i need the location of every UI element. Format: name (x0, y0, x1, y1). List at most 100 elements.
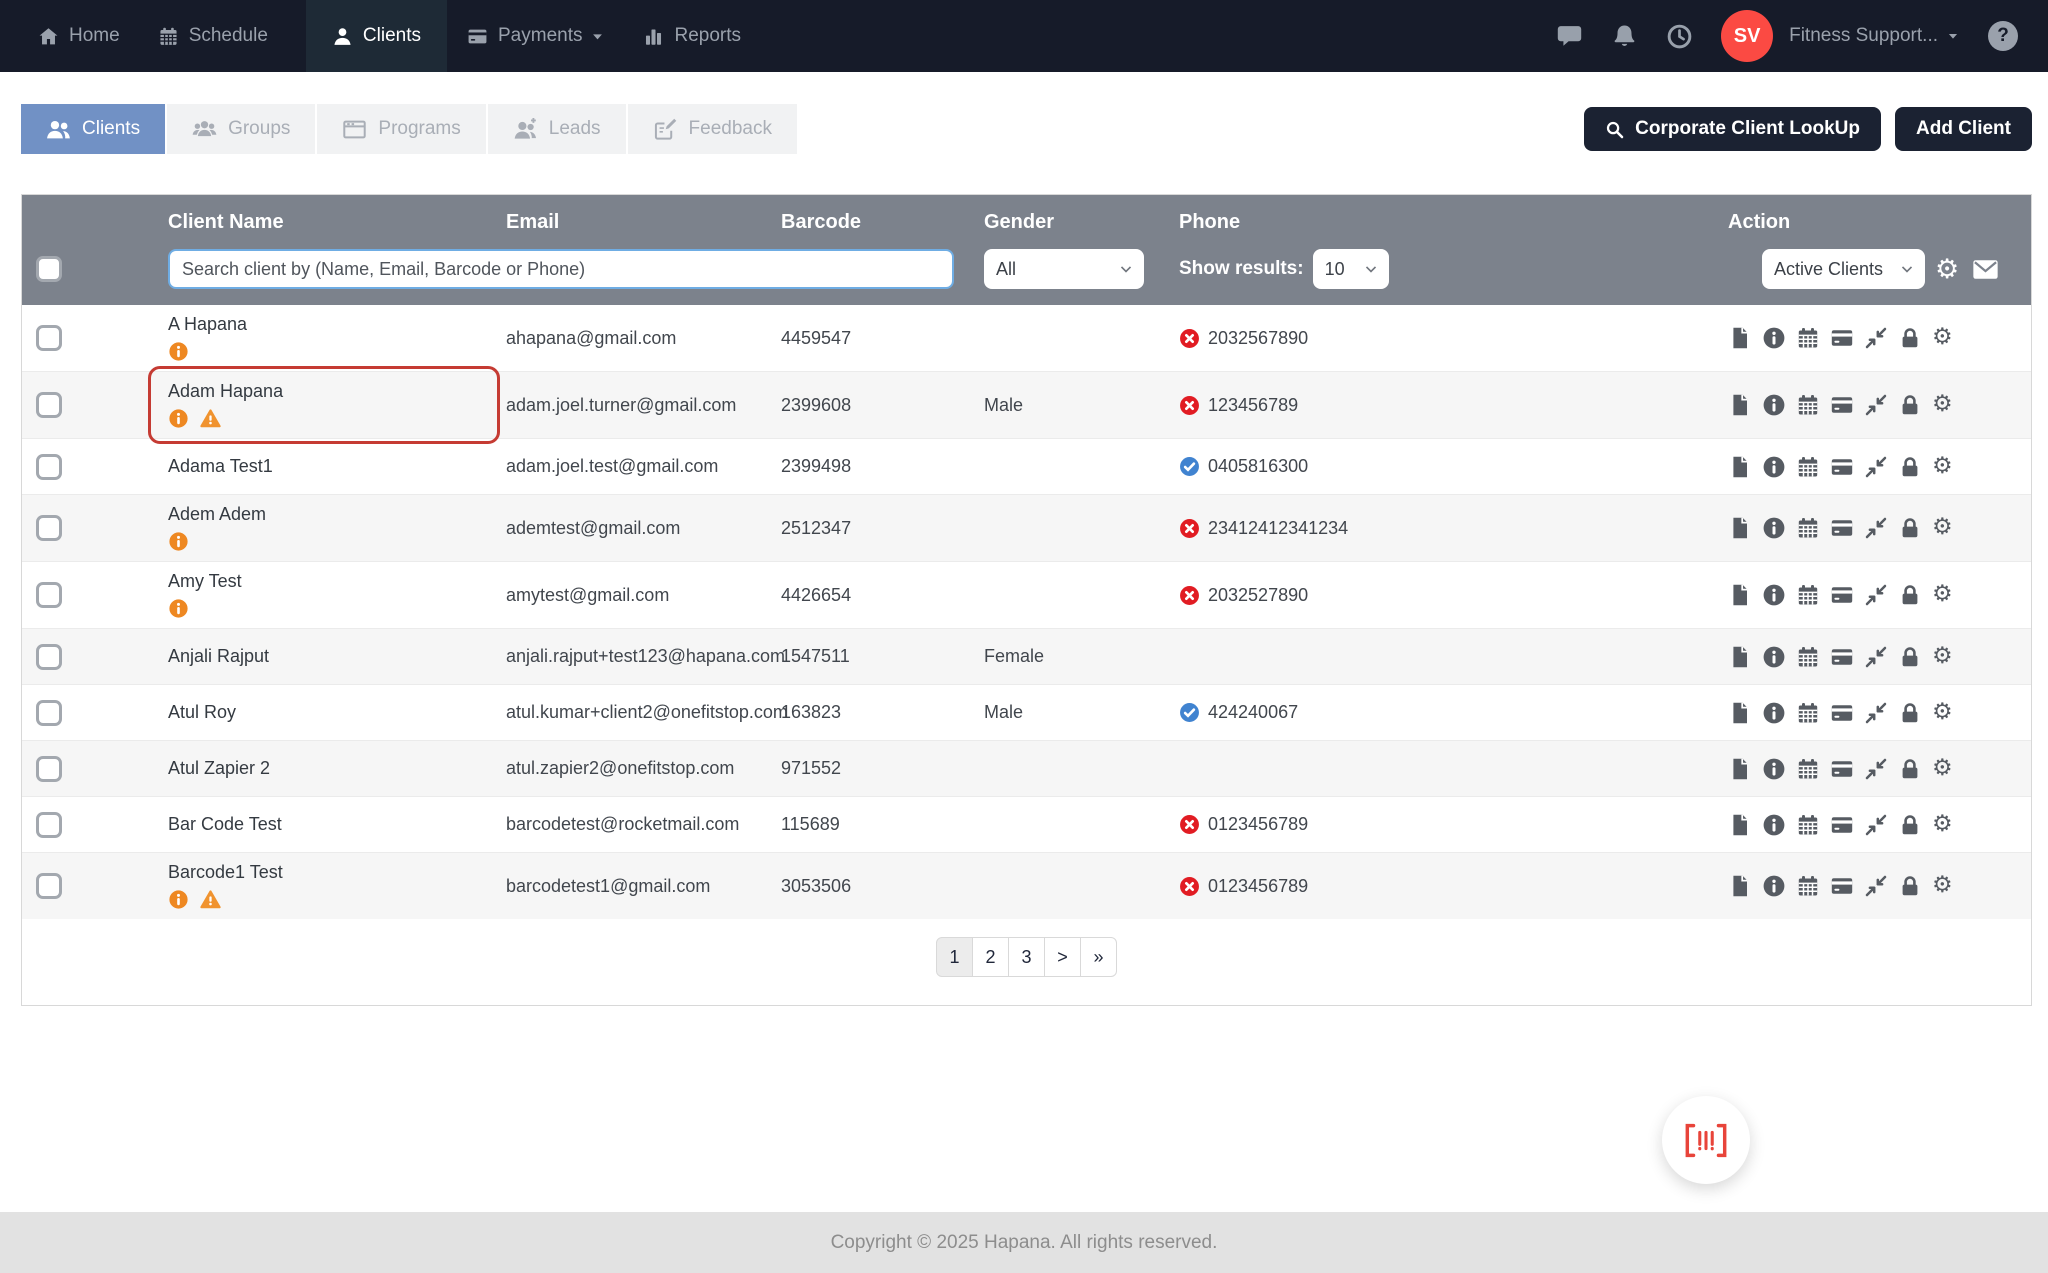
notifications-bell-icon[interactable] (1611, 23, 1638, 50)
gear-icon[interactable]: ⚙ (1932, 583, 1956, 607)
pagination-page-3[interactable]: 3 (1008, 937, 1045, 977)
compress-icon[interactable] (1864, 874, 1888, 898)
file-icon[interactable] (1728, 393, 1752, 417)
compress-icon[interactable] (1864, 455, 1888, 479)
messages-icon[interactable] (1556, 23, 1583, 50)
client-name[interactable]: Barcode1 Test (168, 862, 492, 883)
lock-icon[interactable] (1898, 326, 1922, 350)
lock-icon[interactable] (1898, 813, 1922, 837)
pagination-page-1[interactable]: 1 (936, 937, 973, 977)
info-circle-icon[interactable] (1762, 701, 1786, 725)
warning-icon[interactable] (200, 408, 221, 429)
client-name[interactable]: Adama Test1 (168, 456, 492, 477)
settings-gear-icon[interactable]: ⚙ (1935, 256, 1962, 283)
gear-icon[interactable]: ⚙ (1932, 326, 1956, 350)
calendar-icon[interactable] (1796, 645, 1820, 669)
barcode-scan-fab[interactable] (1662, 1096, 1750, 1184)
compress-icon[interactable] (1864, 393, 1888, 417)
client-name[interactable]: Amy Test (168, 571, 492, 592)
gender-filter-select[interactable]: All (984, 249, 1144, 289)
lock-icon[interactable] (1898, 874, 1922, 898)
pagination-last[interactable]: » (1080, 937, 1117, 977)
nav-item-reports[interactable]: Reports (643, 0, 741, 72)
info-circle-icon[interactable] (1762, 393, 1786, 417)
corporate-client-lookup-button[interactable]: Corporate Client LookUp (1584, 107, 1881, 151)
calendar-icon[interactable] (1796, 701, 1820, 725)
info-icon[interactable] (168, 598, 189, 619)
row-checkbox[interactable] (36, 453, 62, 480)
row-checkbox[interactable] (36, 392, 62, 418)
lock-icon[interactable] (1898, 645, 1922, 669)
email-envelope-icon[interactable] (1972, 256, 1999, 283)
show-results-select[interactable]: 10 (1312, 249, 1389, 289)
warning-icon[interactable] (200, 889, 221, 910)
select-all-checkbox[interactable] (36, 256, 62, 282)
gear-icon[interactable]: ⚙ (1932, 874, 1956, 898)
lock-icon[interactable] (1898, 701, 1922, 725)
info-circle-icon[interactable] (1762, 455, 1786, 479)
row-checkbox[interactable] (36, 755, 62, 782)
client-name[interactable]: A Hapana (168, 314, 492, 335)
credit-card-icon[interactable] (1830, 393, 1854, 417)
avatar[interactable]: SV (1721, 10, 1774, 62)
pagination-page-2[interactable]: 2 (972, 937, 1009, 977)
info-circle-icon[interactable] (1762, 813, 1786, 837)
row-checkbox[interactable] (36, 699, 62, 726)
lock-icon[interactable] (1898, 757, 1922, 781)
client-name[interactable]: Adam Hapana (168, 381, 492, 402)
file-icon[interactable] (1728, 874, 1752, 898)
client-name[interactable]: Bar Code Test (168, 814, 492, 835)
info-circle-icon[interactable] (1762, 583, 1786, 607)
lock-icon[interactable] (1898, 516, 1922, 540)
info-icon[interactable] (168, 341, 189, 362)
credit-card-icon[interactable] (1830, 455, 1854, 479)
client-status-select[interactable]: Active Clients (1762, 249, 1925, 289)
compress-icon[interactable] (1864, 645, 1888, 669)
compress-icon[interactable] (1864, 701, 1888, 725)
lock-icon[interactable] (1898, 393, 1922, 417)
credit-card-icon[interactable] (1830, 874, 1854, 898)
info-circle-icon[interactable] (1762, 326, 1786, 350)
credit-card-icon[interactable] (1830, 757, 1854, 781)
help-button[interactable]: ? (1988, 21, 2018, 51)
calendar-icon[interactable] (1796, 583, 1820, 607)
gear-icon[interactable]: ⚙ (1932, 393, 1956, 417)
credit-card-icon[interactable] (1830, 583, 1854, 607)
client-name[interactable]: Adem Adem (168, 504, 492, 525)
compress-icon[interactable] (1864, 757, 1888, 781)
search-input[interactable] (168, 249, 954, 289)
file-icon[interactable] (1728, 701, 1752, 725)
account-menu[interactable]: Fitness Support... (1789, 25, 1960, 47)
nav-item-schedule[interactable]: Schedule (158, 0, 268, 72)
client-name[interactable]: Atul Roy (168, 702, 492, 723)
calendar-icon[interactable] (1796, 874, 1820, 898)
credit-card-icon[interactable] (1830, 813, 1854, 837)
activity-clock-icon[interactable] (1666, 23, 1693, 50)
gear-icon[interactable]: ⚙ (1932, 700, 1956, 725)
row-checkbox[interactable] (36, 582, 62, 608)
calendar-icon[interactable] (1796, 757, 1820, 781)
lock-icon[interactable] (1898, 455, 1922, 479)
tab-clients[interactable]: Clients (21, 104, 166, 154)
compress-icon[interactable] (1864, 326, 1888, 350)
calendar-icon[interactable] (1796, 813, 1820, 837)
gear-icon[interactable]: ⚙ (1932, 756, 1956, 781)
row-checkbox[interactable] (36, 643, 62, 670)
gear-icon[interactable]: ⚙ (1932, 516, 1956, 540)
info-circle-icon[interactable] (1762, 757, 1786, 781)
tab-groups[interactable]: Groups (167, 104, 316, 154)
credit-card-icon[interactable] (1830, 516, 1854, 540)
row-checkbox[interactable] (36, 515, 62, 541)
file-icon[interactable] (1728, 813, 1752, 837)
client-name[interactable]: Anjali Rajput (168, 646, 492, 667)
compress-icon[interactable] (1864, 583, 1888, 607)
info-icon[interactable] (168, 408, 189, 429)
credit-card-icon[interactable] (1830, 701, 1854, 725)
tab-leads[interactable]: Leads (487, 104, 626, 154)
info-icon[interactable] (168, 531, 189, 552)
lock-icon[interactable] (1898, 583, 1922, 607)
nav-item-clients[interactable]: Clients (305, 0, 447, 72)
compress-icon[interactable] (1864, 516, 1888, 540)
nav-item-home[interactable]: Home (38, 0, 120, 72)
calendar-icon[interactable] (1796, 326, 1820, 350)
